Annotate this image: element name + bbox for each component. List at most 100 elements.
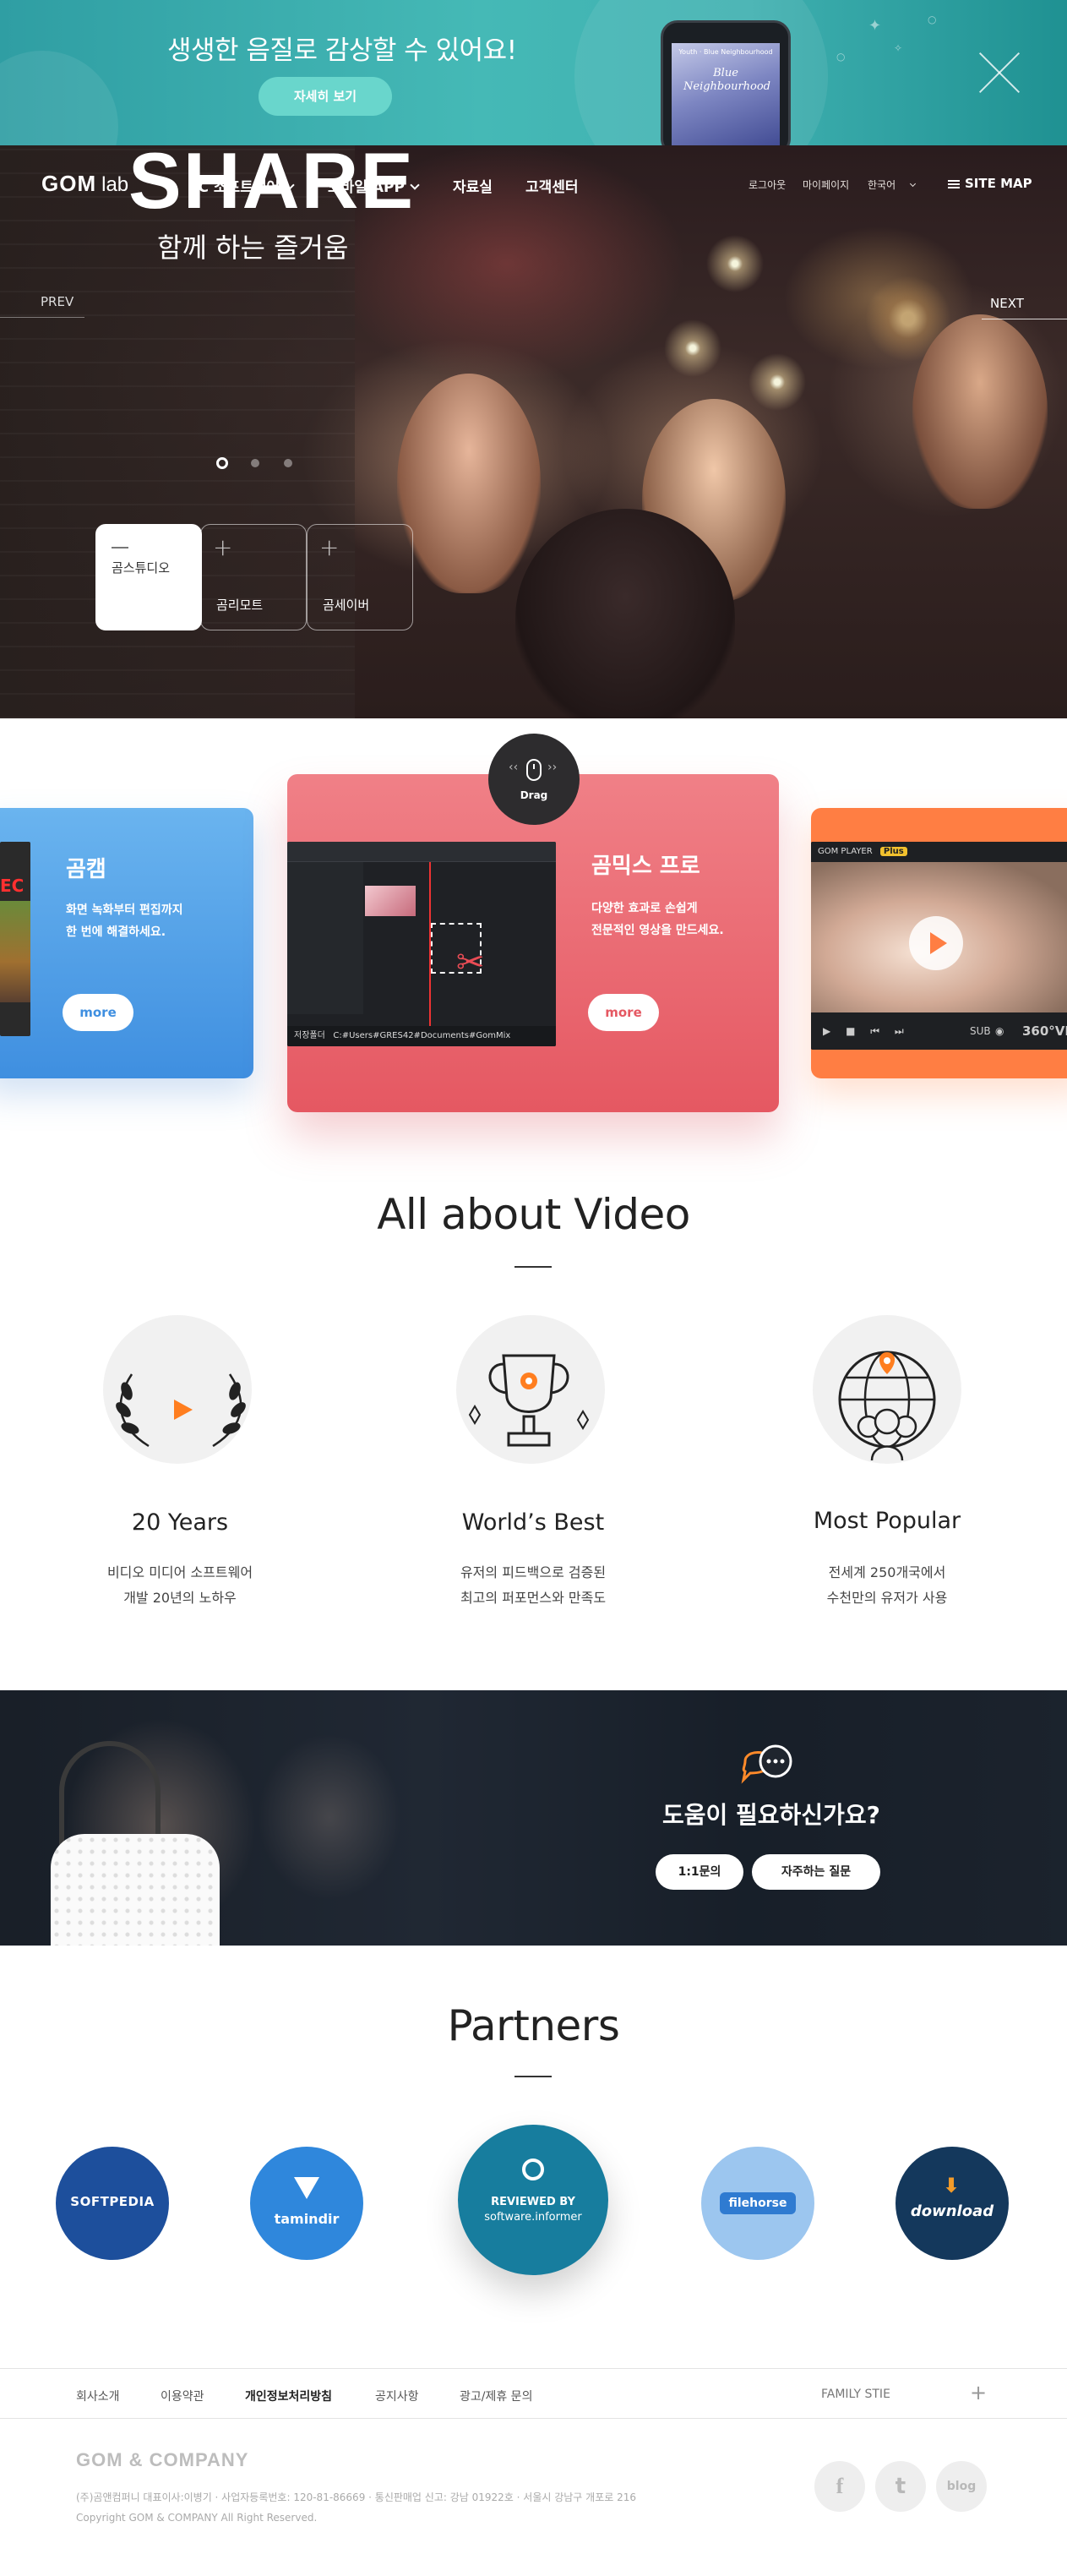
play-icon (930, 932, 947, 954)
slider-dot[interactable] (216, 457, 228, 469)
clip-thumbnail (365, 886, 416, 916)
download-logo-icon: ⬇ (943, 2174, 961, 2197)
prev-button[interactable]: PREV (41, 294, 73, 309)
feature-desc-line: 개발 20년의 노하우 (123, 1590, 237, 1606)
footer-links-bar: 회사소개 이용약관 개인정보처리방침 공지사항 광고/제휴 문의 FAMILY … (0, 2368, 1067, 2419)
party-person (515, 509, 735, 718)
mypage-link[interactable]: 마이페이지 (803, 177, 849, 192)
laurel-play-icon (116, 1373, 246, 1448)
copyright: Copyright GOM & COMPANY All Right Reserv… (76, 2512, 318, 2524)
feature-desc: 전세계 250개국에서 수천만의 유저가 사용 (760, 1560, 1014, 1611)
feature-desc-line: 비디오 미디어 소프트웨어 (106, 1564, 253, 1580)
plus-icon: + (319, 533, 340, 561)
next-button[interactable]: NEXT (990, 296, 1024, 311)
footer-link[interactable]: 공지사항 (375, 2388, 419, 2404)
sparkle-icon: ✦ (868, 17, 882, 35)
party-person (397, 374, 541, 593)
gomlab-logo[interactable]: GOM lab (41, 171, 128, 196)
partner-tamindir[interactable]: tamindir (250, 2147, 363, 2260)
feature-desc-line: 최고의 퍼포먼스와 만족도 (460, 1590, 607, 1606)
phone-screen: Youth · Blue Neighbourhood Blue Neighbou… (672, 43, 780, 145)
more-button[interactable]: more (63, 994, 133, 1031)
phone-album: Blue Neighbourhood (683, 67, 771, 93)
card-gomplayer[interactable]: GOM PLAYER Plus ▶ ■ ⏮ ⏭ SUB ◉ 360°VR (811, 808, 1067, 1078)
drag-handle[interactable]: ‹‹ ›› Drag (488, 734, 580, 825)
hero-subtitle: 함께 하는 즐거움 (157, 232, 349, 264)
feature-desc-line: 유저의 피드백으로 검증된 (460, 1564, 607, 1580)
card-gommix-pro[interactable]: ✂ 저장폴더 C:#Users#GRES42#Documents#GomMix … (287, 774, 779, 1112)
card-gomcam[interactable]: EC 곰캠 화면 녹화부터 편집까지 한 번에 해결하세요. more (0, 808, 253, 1078)
feature-desc-line: 전세계 250개국에서 (828, 1564, 946, 1580)
sparkle-icon: ○ (836, 51, 846, 63)
feature-name: World’s Best (461, 1509, 605, 1536)
partner-software-informer[interactable]: REVIEWED BY software.informer (458, 2125, 608, 2275)
promo-detail-button[interactable]: 자세히 보기 (259, 77, 392, 116)
more-button[interactable]: more (588, 994, 659, 1031)
sparkler-light (743, 348, 811, 416)
slider-dot[interactable] (284, 459, 292, 467)
family-site-select[interactable]: FAMILY STIE (821, 2388, 890, 2401)
vr-label: 360°VR (1022, 1023, 1067, 1039)
save-path-label: 저장폴더 (294, 1031, 325, 1040)
player-controls: ▶ ■ ⏮ ⏭ SUB ◉ 360°VR (811, 1012, 1067, 1050)
partner-filehorse[interactable]: filehorse (701, 2147, 814, 2260)
close-icon[interactable] (975, 48, 1024, 97)
mouse-icon (526, 759, 542, 781)
plus-icon[interactable]: + (970, 2381, 987, 2404)
inquiry-button[interactable]: 1:1문의 (656, 1854, 743, 1890)
help-banner: 도움이 필요하신가요? 1:1문의 자주하는 질문 (0, 1690, 1067, 1946)
drag-label: Drag (520, 789, 548, 801)
footer-link[interactable]: 이용약관 (161, 2388, 204, 2404)
card-desc: 다양한 효과로 손쉽게 전문적인 영상을 만드세요. (591, 898, 724, 941)
subtitle-toggle: SUB (970, 1025, 991, 1037)
logout-link[interactable]: 로그아웃 (749, 177, 786, 192)
gomplayer-screenshot: GOM PLAYER Plus ▶ ■ ⏮ ⏭ SUB ◉ 360°VR (811, 842, 1067, 1050)
sparkler-light (659, 314, 727, 382)
feature-desc-line: 수천만의 유저가 사용 (826, 1590, 948, 1606)
blog-icon[interactable]: blog (936, 2461, 987, 2512)
menu-downloads[interactable]: 자료실 (453, 175, 493, 196)
partner-label: download (910, 2202, 994, 2220)
partner-label: SOFTPEDIA (70, 2194, 155, 2209)
language-label: 한국어 (868, 179, 896, 191)
tile-gomsaver[interactable]: + 곰세이버 (307, 524, 413, 630)
feature-desc: 유저의 피드백으로 검증된 최고의 퍼포먼스와 만족도 (406, 1560, 660, 1611)
partner-sub-label: software.informer (484, 2211, 582, 2224)
section-rule (514, 2076, 552, 2077)
plus-badge: Plus (879, 847, 907, 856)
twitter-icon[interactable]: t (875, 2461, 926, 2512)
rec-preview (0, 901, 30, 1002)
footer-link[interactable]: 광고/제휴 문의 (460, 2388, 532, 2404)
slider-dot[interactable] (251, 459, 259, 467)
partner-softpedia[interactable]: SOFTPEDIA (56, 2147, 169, 2260)
player-brand: GOM PLAYER (818, 847, 873, 856)
partner-label: REVIEWED BY (491, 2196, 575, 2208)
menu-icon (948, 180, 960, 188)
globe-users-icon (838, 1351, 936, 1461)
section-rule (514, 1266, 552, 1268)
sitemap-button[interactable]: SITE MAP (948, 176, 1032, 191)
partner-download[interactable]: ⬇ download (896, 2147, 1009, 2260)
card-desc-line: 한 번에 해결하세요. (66, 925, 166, 939)
facebook-icon[interactable]: f (814, 2461, 865, 2512)
play-icon: ▶ (823, 1025, 831, 1037)
language-select[interactable]: 한국어 (868, 177, 917, 192)
card-title: 곰믹스 프로 (591, 854, 700, 879)
footer-link[interactable]: 회사소개 (76, 2388, 120, 2404)
logo-lab: lab (101, 173, 129, 196)
agent-image (51, 1834, 220, 1946)
tile-gomstudio[interactable]: 곰스튜디오 (95, 524, 202, 630)
decor-circle (0, 51, 118, 145)
section-title-partners: Partners (447, 2001, 620, 2050)
hero-title: SHARE (128, 136, 416, 225)
phone-image: Youth · Blue Neighbourhood Blue Neighbou… (661, 20, 791, 145)
tile-gomremote[interactable]: + 곰리모트 (200, 524, 307, 630)
menu-support[interactable]: 고객센터 (525, 175, 579, 196)
footer-link[interactable]: 개인정보처리방침 (245, 2388, 332, 2404)
faq-button[interactable]: 자주하는 질문 (752, 1854, 880, 1890)
feature-name: 20 Years (131, 1509, 229, 1536)
save-path: C:#Users#GRES42#Documents#GomMix (333, 1031, 511, 1040)
play-button (909, 916, 963, 970)
plus-icon: + (213, 533, 233, 561)
card-desc-line: 다양한 효과로 손쉽게 (591, 902, 698, 915)
